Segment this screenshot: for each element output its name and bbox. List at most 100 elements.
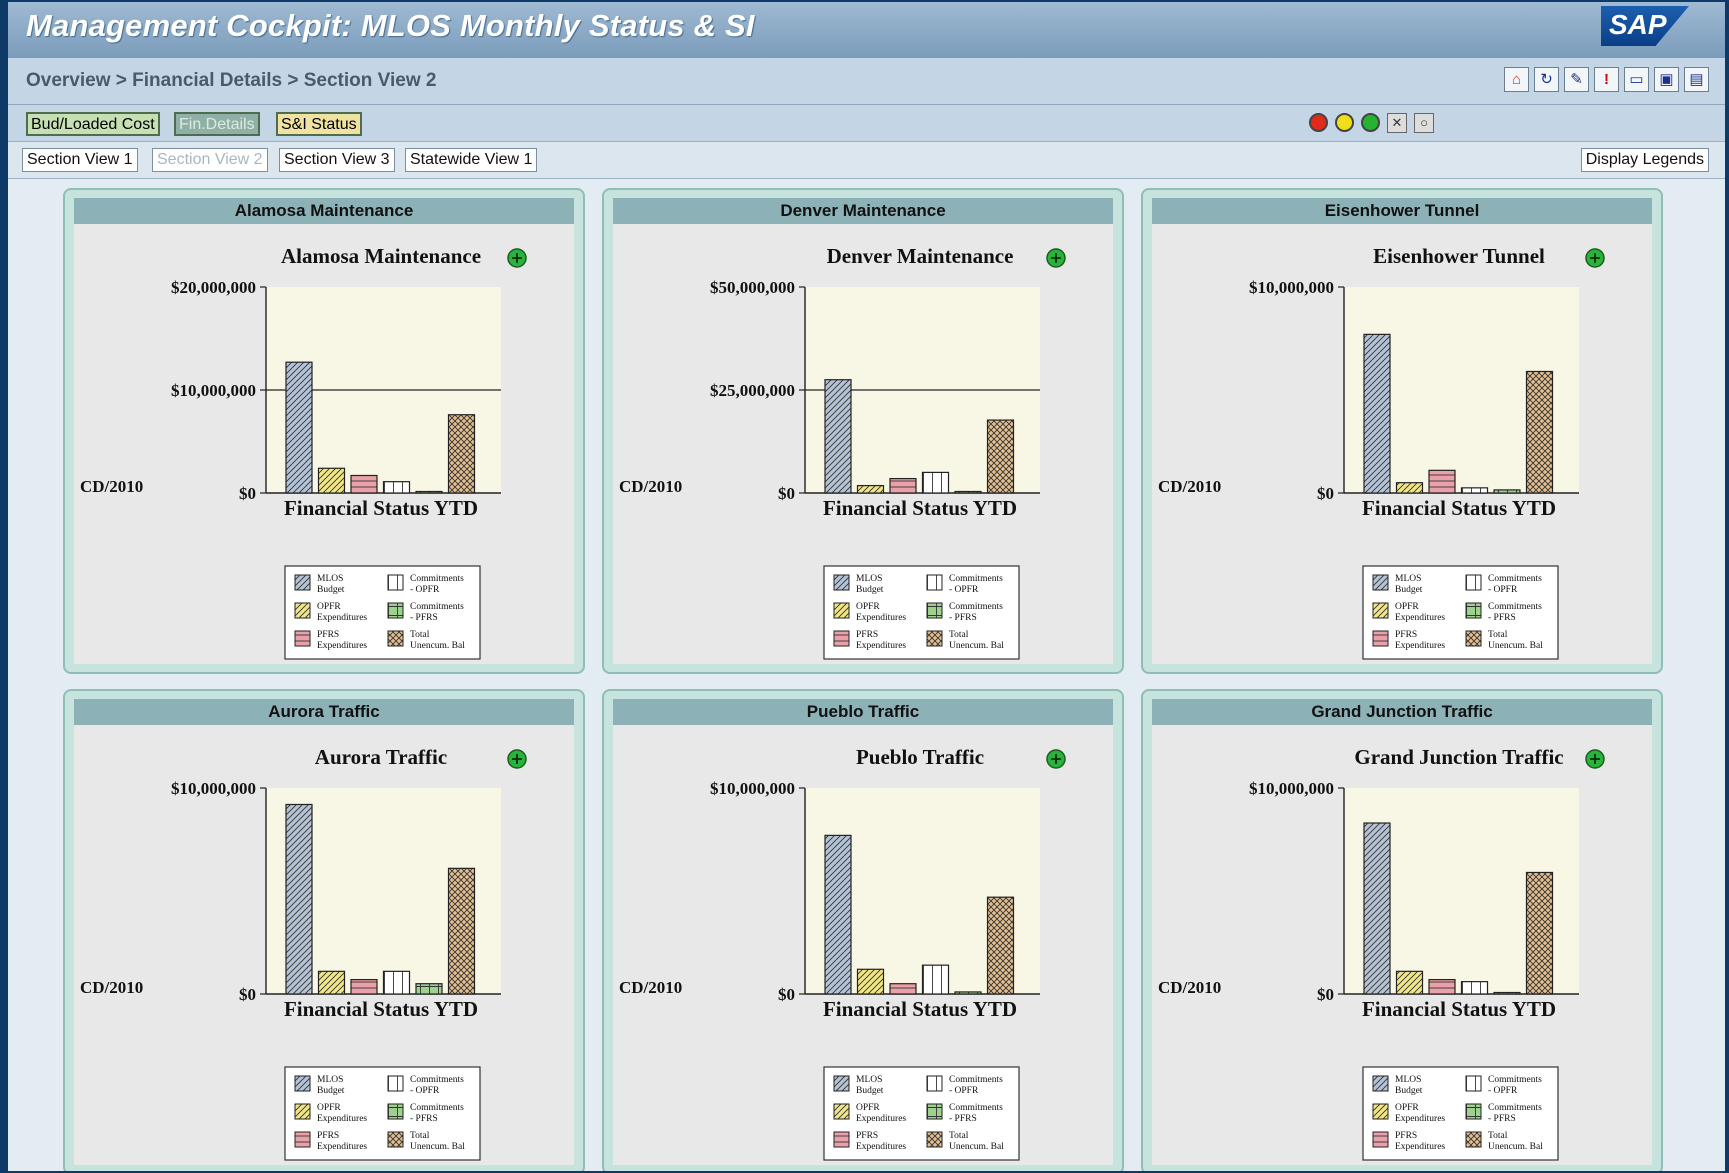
print-icon[interactable]: ▭	[1624, 67, 1649, 92]
tab-section-view-1[interactable]: Section View 1	[22, 148, 138, 172]
legend-swatch-4	[1465, 574, 1482, 591]
chart-panel-eisenhower-tunnel: Eisenhower Tunnel Eisenhower Tunnel $10,0…	[1141, 188, 1663, 674]
legend-label-5: Commitments	[410, 602, 464, 612]
chart-group: Alamosa Maintenance $20,000,000 $10,000,00…	[80, 244, 527, 660]
legend-sublabel-6: Unencum. Bal	[410, 641, 465, 651]
green-light-icon[interactable]	[1361, 113, 1380, 132]
legend-label-6: Total	[949, 630, 969, 640]
bar-mlos-budget	[1363, 333, 1391, 494]
bar-pfrs-expenditures	[350, 978, 378, 995]
y-tick-label: $0	[239, 484, 256, 503]
x-axis-label: Financial Status YTD	[284, 997, 478, 1021]
bar-commitments-pfrs	[954, 490, 982, 494]
plot-area: $20,000,000 $10,000,000 $0 CD/2010 Financial…	[80, 278, 501, 520]
print-preview-icon[interactable]: ▣	[1654, 67, 1679, 92]
legend-swatch-4	[387, 1075, 404, 1092]
bar-commitments-opfr	[1460, 981, 1489, 995]
display-legends-button[interactable]: Display Legends	[1580, 148, 1709, 172]
legend-swatch-4	[387, 574, 404, 591]
bar-commitments-opfr	[382, 481, 411, 494]
bar-opfr-expenditures	[1395, 970, 1424, 995]
legend-label-3: PFRS	[317, 1131, 339, 1141]
panel-title: Grand Junction Traffic	[1152, 699, 1652, 725]
red-light-icon[interactable]	[1309, 113, 1328, 132]
legend-label-2: OPFR	[856, 602, 880, 612]
panel-title: Alamosa Maintenance	[74, 198, 574, 224]
chart-panel-pueblo-traffic: Pueblo Traffic Pueblo Traffic $10,000,000…	[602, 689, 1124, 1171]
fin-details-button[interactable]: Fin.Details	[174, 112, 260, 136]
legend-label-2: OPFR	[1395, 1103, 1419, 1113]
bar-commitments-opfr	[382, 970, 411, 995]
refresh-icon[interactable]: ↻	[1534, 67, 1559, 92]
legend-swatch-1	[294, 1075, 311, 1092]
legend-sublabel-3: Expenditures	[856, 641, 906, 651]
legend-swatch-3	[294, 1131, 311, 1148]
y-tick-label: $10,000,000	[1249, 779, 1334, 798]
legend-sublabel-2: Expenditures	[317, 613, 367, 623]
legend-sublabel-2: Expenditures	[317, 1114, 367, 1124]
chart-title: Eisenhower Tunnel	[1373, 244, 1545, 268]
legend-sublabel-1: Budget	[856, 585, 884, 595]
legend-label-4: Commitments	[410, 574, 464, 584]
legend-label-3: PFRS	[856, 1131, 878, 1141]
chart-title: Alamosa Maintenance	[281, 244, 481, 268]
bar-pfrs-expenditures	[889, 477, 917, 494]
s-and-i-status-button[interactable]: S&I Status	[276, 112, 362, 136]
legend-swatch-1	[833, 574, 850, 591]
breadcrumb[interactable]: Overview > Financial Details > Section V…	[26, 70, 436, 92]
legend-label-1: MLOS	[317, 1075, 343, 1085]
home-icon[interactable]: ⌂	[1504, 67, 1529, 92]
legend-swatch-1	[1372, 1075, 1389, 1092]
bar-opfr-expenditures	[317, 467, 346, 494]
legend-swatch-6	[926, 630, 943, 647]
bar-opfr-expenditures	[856, 968, 885, 995]
legend-label-5: Commitments	[1488, 1103, 1542, 1113]
legend-label-3: PFRS	[856, 630, 878, 640]
no-status-icon[interactable]: ✕	[1387, 113, 1407, 133]
bar-commitments-pfrs	[1493, 991, 1521, 995]
legend-sublabel-4: - OPFR	[949, 1086, 979, 1096]
app-window: Management Cockpit: MLOS Monthly Status …	[8, 2, 1725, 1171]
legend-swatch-2	[833, 1103, 850, 1120]
y-tick-label: $50,000,000	[710, 278, 795, 297]
bar-mlos-budget	[824, 834, 852, 995]
yellow-light-icon[interactable]	[1335, 113, 1354, 132]
bud-loaded-cost-button[interactable]: Bud/Loaded Cost	[26, 112, 160, 136]
legend-swatch-5	[926, 602, 943, 619]
legend: MLOSBudgetOPFRExpendituresPFRSExpenditur…	[284, 1066, 481, 1161]
neutral-status-icon[interactable]: ○	[1414, 113, 1434, 133]
panel-body: Pueblo Traffic $10,000,000 $0 CD/2010 Financ…	[613, 725, 1113, 1165]
legend-swatch-2	[1372, 602, 1389, 619]
legend-label-4: Commitments	[949, 574, 1003, 584]
y-tick-label: $10,000,000	[171, 779, 256, 798]
plot-area: $10,000,000 $0 CD/2010 Financial Status YTD	[80, 779, 501, 1021]
tab-section-view-3[interactable]: Section View 3	[279, 148, 395, 172]
bar-mlos-budget	[824, 379, 852, 494]
bar-chart: Aurora Traffic $10,000,000 $0 CD/2010 Financ…	[80, 745, 527, 1161]
plot-area: $50,000,000 $25,000,000 $0 CD/2010 Financial…	[619, 278, 1040, 520]
legend-swatch-2	[833, 602, 850, 619]
legend-label-5: Commitments	[949, 602, 1003, 612]
legend-label-6: Total	[1488, 630, 1508, 640]
legend-sublabel-3: Expenditures	[1395, 641, 1445, 651]
legend-label-5: Commitments	[410, 1103, 464, 1113]
legend-swatch-4	[926, 1075, 943, 1092]
panel-body: Aurora Traffic $10,000,000 $0 CD/2010 Financ…	[74, 725, 574, 1165]
save-icon[interactable]: ▤	[1684, 67, 1709, 92]
legend-label-2: OPFR	[317, 1103, 341, 1113]
edit-icon[interactable]: ✎	[1564, 67, 1589, 92]
legend-swatch-1	[1372, 574, 1389, 591]
legend: MLOSBudgetOPFRExpendituresPFRSExpenditur…	[284, 565, 481, 660]
tab-statewide-view-1[interactable]: Statewide View 1	[405, 148, 538, 172]
x-axis-label: Financial Status YTD	[823, 997, 1017, 1021]
legend-swatch-3	[1372, 1131, 1389, 1148]
legend-label-3: PFRS	[317, 630, 339, 640]
breadcrumb-bar: Overview > Financial Details > Section V…	[8, 58, 1725, 105]
legend-label-3: PFRS	[1395, 630, 1417, 640]
legend-swatch-6	[1465, 630, 1482, 647]
legend: MLOSBudgetOPFRExpendituresPFRSExpenditur…	[823, 565, 1020, 660]
legend-sublabel-2: Expenditures	[1395, 613, 1445, 623]
legend-sublabel-2: Expenditures	[856, 1114, 906, 1124]
y-tick-label: $10,000,000	[1249, 278, 1334, 297]
alert-icon[interactable]: !	[1594, 67, 1619, 92]
